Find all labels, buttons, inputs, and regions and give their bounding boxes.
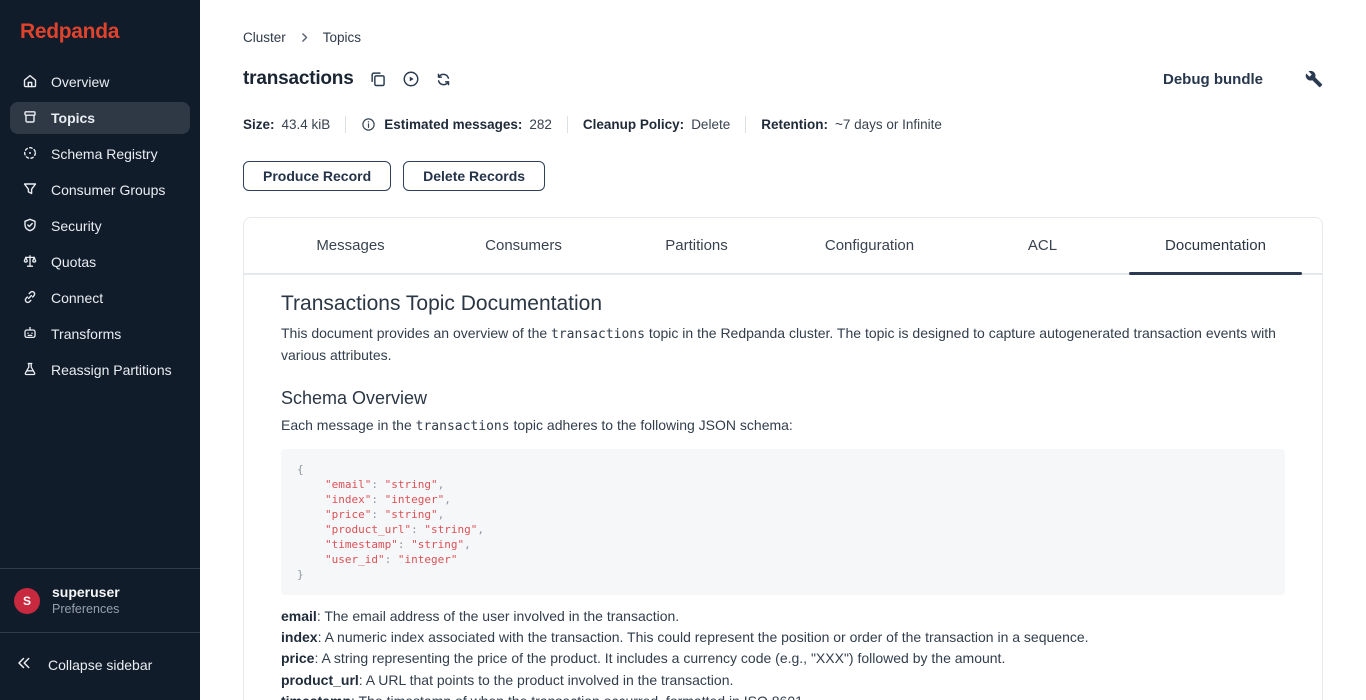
doc-intro-paragraph: This document provides an overview of th… xyxy=(281,323,1285,366)
sidebar: Redpanda Overview Topics Schema Registry… xyxy=(0,0,200,700)
sidebar-item-security[interactable]: Security xyxy=(10,210,190,242)
user-name: superuser xyxy=(52,584,120,601)
actions-row: Produce Record Delete Records xyxy=(243,161,1323,191)
robot-icon xyxy=(22,325,38,344)
sidebar-item-label: Transforms xyxy=(51,326,121,342)
filter-icon xyxy=(22,181,38,200)
scales-icon xyxy=(22,253,38,272)
redpanda-logo[interactable]: Redpanda xyxy=(0,0,200,66)
sidebar-item-label: Overview xyxy=(51,74,109,90)
tab-acl[interactable]: ACL xyxy=(956,218,1129,273)
chevron-right-icon xyxy=(298,31,311,44)
doc-title: Transactions Topic Documentation xyxy=(281,292,1285,316)
field-desc-product-url: product_url: A URL that points to the pr… xyxy=(281,670,1285,691)
home-icon xyxy=(22,73,38,92)
sidebar-item-overview[interactable]: Overview xyxy=(10,66,190,98)
chevrons-left-icon xyxy=(16,655,32,674)
sidebar-item-quotas[interactable]: Quotas xyxy=(10,246,190,278)
play-circle-icon[interactable] xyxy=(402,70,420,88)
inline-code: transactions xyxy=(551,327,645,342)
breadcrumb-topics[interactable]: Topics xyxy=(323,30,361,45)
topic-card: Messages Consumers Partitions Configurat… xyxy=(243,217,1323,700)
json-schema-code-block: {"email": "string","index": "integer","p… xyxy=(281,449,1285,595)
sidebar-spacer xyxy=(0,390,200,568)
produce-record-button[interactable]: Produce Record xyxy=(243,161,391,191)
inline-code: transactions xyxy=(416,419,510,434)
schema-registry-icon xyxy=(22,145,38,164)
stat-estimated-messages: Estimated messages: 282 xyxy=(361,117,552,132)
divider xyxy=(345,116,346,133)
copy-icon[interactable] xyxy=(369,70,387,88)
breadcrumb: Cluster Topics xyxy=(243,30,1323,45)
tab-configuration[interactable]: Configuration xyxy=(783,218,956,273)
sidebar-item-label: Consumer Groups xyxy=(51,182,165,198)
tab-bar: Messages Consumers Partitions Configurat… xyxy=(244,218,1322,275)
collapse-sidebar-label: Collapse sidebar xyxy=(48,657,152,673)
page-title: transactions xyxy=(243,68,354,90)
topics-icon xyxy=(22,109,38,128)
documentation-content: Transactions Topic Documentation This do… xyxy=(244,275,1322,700)
field-descriptions: email: The email address of the user inv… xyxy=(281,606,1285,700)
sidebar-item-transforms[interactable]: Transforms xyxy=(10,318,190,350)
sidebar-item-label: Schema Registry xyxy=(51,146,158,162)
delete-records-button[interactable]: Delete Records xyxy=(403,161,545,191)
sidebar-item-schema-registry[interactable]: Schema Registry xyxy=(10,138,190,170)
tab-consumers[interactable]: Consumers xyxy=(437,218,610,273)
shield-check-icon xyxy=(22,217,38,236)
sidebar-item-label: Topics xyxy=(51,110,95,126)
sidebar-item-label: Reassign Partitions xyxy=(51,362,172,378)
schema-paragraph: Each message in the transactions topic a… xyxy=(281,415,1285,437)
breadcrumb-cluster[interactable]: Cluster xyxy=(243,30,286,45)
sidebar-nav: Overview Topics Schema Registry Consumer… xyxy=(0,66,200,390)
link-icon xyxy=(22,289,38,308)
field-desc-email: email: The email address of the user inv… xyxy=(281,606,1285,627)
stats-row: Size: 43.4 kiB Estimated messages: 282 C… xyxy=(243,116,1323,133)
stat-retention: Retention: ~7 days or Infinite xyxy=(761,117,942,132)
wrench-icon[interactable] xyxy=(1305,70,1323,88)
main-content: Cluster Topics transactions Debug bundle… xyxy=(200,0,1366,700)
tab-partitions[interactable]: Partitions xyxy=(610,218,783,273)
flask-icon xyxy=(22,361,38,380)
tab-documentation[interactable]: Documentation xyxy=(1129,218,1302,273)
field-desc-price: price: A string representing the price o… xyxy=(281,648,1285,669)
divider xyxy=(745,116,746,133)
sidebar-item-reassign-partitions[interactable]: Reassign Partitions xyxy=(10,354,190,386)
stat-cleanup-policy: Cleanup Policy: Delete xyxy=(583,117,730,132)
sidebar-item-label: Security xyxy=(51,218,102,234)
collapse-sidebar-button[interactable]: Collapse sidebar xyxy=(0,632,200,700)
avatar: S xyxy=(14,588,40,614)
debug-bundle-link[interactable]: Debug bundle xyxy=(1163,71,1263,88)
stat-size: Size: 43.4 kiB xyxy=(243,117,330,132)
divider xyxy=(567,116,568,133)
refresh-icon[interactable] xyxy=(435,71,452,88)
sidebar-item-topics[interactable]: Topics xyxy=(10,102,190,134)
field-desc-index: index: A numeric index associated with t… xyxy=(281,627,1285,648)
schema-overview-heading: Schema Overview xyxy=(281,388,1285,409)
sidebar-item-connect[interactable]: Connect xyxy=(10,282,190,314)
title-row: transactions Debug bundle xyxy=(243,68,1323,90)
info-icon[interactable] xyxy=(361,117,376,132)
sidebar-item-label: Connect xyxy=(51,290,103,306)
tab-messages[interactable]: Messages xyxy=(264,218,437,273)
user-menu[interactable]: S superuser Preferences xyxy=(0,568,200,632)
field-desc-timestamp: timestamp: The timestamp of when the tra… xyxy=(281,691,1285,700)
user-preferences-link[interactable]: Preferences xyxy=(52,601,120,617)
sidebar-item-consumer-groups[interactable]: Consumer Groups xyxy=(10,174,190,206)
sidebar-item-label: Quotas xyxy=(51,254,96,270)
